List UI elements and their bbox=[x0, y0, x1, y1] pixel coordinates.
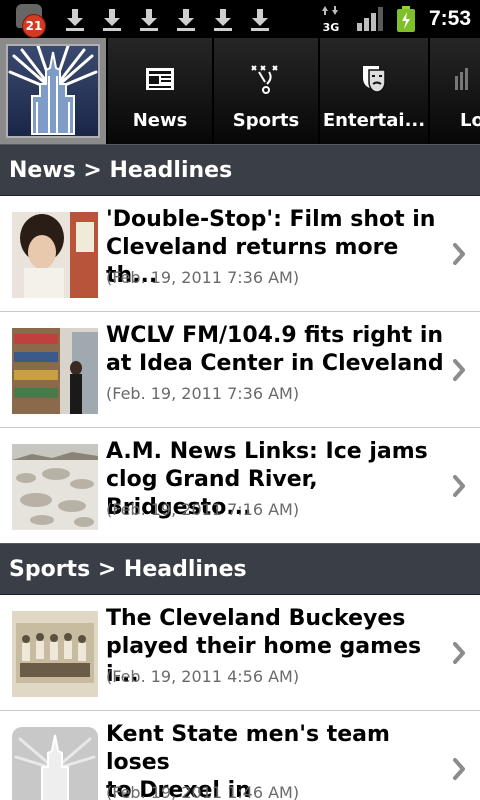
tab-label: Lo bbox=[460, 110, 480, 131]
article-date: (Feb. 19, 2011 4:56 AM) bbox=[106, 667, 300, 686]
article-date: (Feb. 19, 2011 7:16 AM) bbox=[106, 500, 300, 519]
article-title: WCLV FM/104.9 fits right in at Idea Cent… bbox=[106, 323, 444, 376]
list-item[interactable]: A.M. News Links: Ice jams clog Grand Riv… bbox=[0, 428, 480, 544]
article-thumbnail bbox=[12, 727, 98, 800]
tab-local[interactable]: Lo bbox=[428, 38, 480, 144]
list-item[interactable]: The Cleveland Buckeyes played their home… bbox=[0, 595, 480, 711]
notification-area[interactable]: 21 bbox=[14, 3, 270, 38]
playbook-icon bbox=[251, 65, 278, 94]
list-item[interactable]: 'Double-Stop': Film shot in Cleveland re… bbox=[0, 196, 480, 312]
article-thumbnail bbox=[12, 212, 98, 298]
tab-news[interactable]: News bbox=[106, 38, 212, 144]
chevron-right-icon bbox=[453, 642, 465, 664]
tab-label: Sports bbox=[232, 110, 300, 131]
download-icon bbox=[65, 6, 85, 32]
article-date: (Feb. 19, 2011 7:36 AM) bbox=[106, 384, 300, 403]
list-item[interactable]: WCLV FM/104.9 fits right in at Idea Cent… bbox=[0, 312, 480, 428]
article-thumbnail bbox=[12, 611, 98, 697]
section-header-news: News > Headlines bbox=[0, 144, 480, 196]
signal-strength-icon bbox=[356, 7, 383, 31]
article-thumbnail bbox=[12, 328, 98, 414]
theater-masks-icon bbox=[363, 66, 386, 93]
notification-count-badge: 21 bbox=[22, 14, 46, 38]
download-icon bbox=[213, 6, 233, 32]
app-logo-button[interactable] bbox=[0, 38, 106, 144]
app-notification-icon[interactable]: 21 bbox=[14, 3, 48, 38]
download-icon bbox=[250, 6, 270, 32]
tab-label: Entertai... bbox=[322, 110, 426, 131]
status-clock: 7:53 bbox=[428, 7, 471, 30]
download-icon bbox=[176, 6, 196, 32]
newspaper-icon bbox=[146, 68, 174, 90]
category-tab-bar: News Sports Entertai... Lo bbox=[0, 38, 480, 144]
cleveland-skyline-logo bbox=[6, 44, 100, 138]
tab-entertainment[interactable]: Entertai... bbox=[318, 38, 428, 144]
section-header-sports: Sports > Headlines bbox=[0, 543, 480, 595]
article-thumbnail bbox=[12, 444, 98, 530]
chevron-right-icon bbox=[453, 758, 465, 780]
network-type-label: 3G bbox=[323, 21, 340, 34]
battery-charging-icon bbox=[396, 6, 415, 32]
list-item[interactable]: Kent State men's team loses to Drexel in… bbox=[0, 711, 480, 800]
tab-sports[interactable]: Sports bbox=[212, 38, 318, 144]
tab-label: News bbox=[132, 110, 188, 131]
download-icon bbox=[102, 6, 122, 32]
chevron-right-icon bbox=[453, 359, 465, 381]
article-date: (Feb. 19, 2011 7:36 AM) bbox=[106, 268, 300, 287]
data-activity-icon: 3G bbox=[321, 6, 340, 34]
article-date: (Feb. 19, 2011 1:46 AM) bbox=[106, 783, 300, 800]
chevron-right-icon bbox=[453, 475, 465, 497]
download-icon bbox=[139, 6, 159, 32]
status-bar: 21 3G 7:53 bbox=[0, 0, 480, 38]
local-icon bbox=[455, 68, 468, 90]
chevron-right-icon bbox=[453, 243, 465, 265]
